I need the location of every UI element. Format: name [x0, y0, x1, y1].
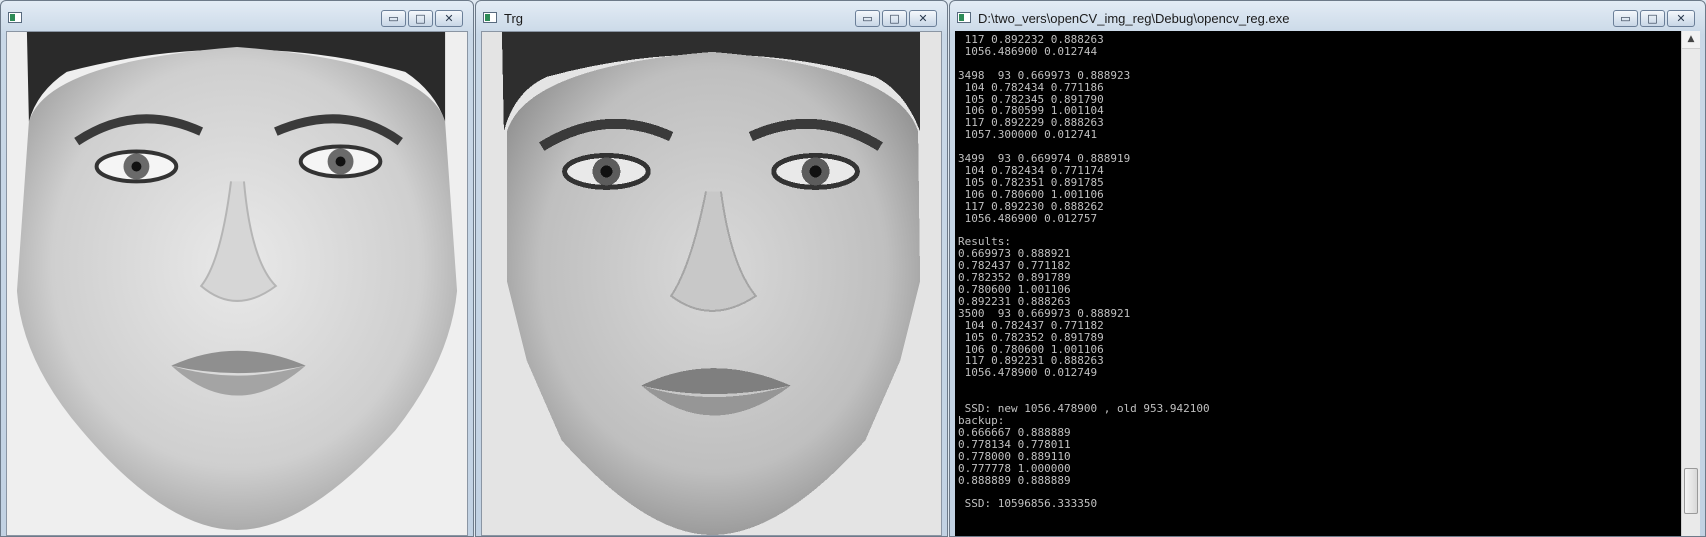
- console-line: 104 0.782437 0.771182: [958, 318, 1104, 332]
- console-text: 117 0.892232 0.888263 1056.486900 0.0127…: [958, 34, 1678, 510]
- console-line: 0.777778 1.000000: [958, 461, 1071, 475]
- console-line: 105 0.782352 0.891789: [958, 330, 1104, 344]
- console-line: 106 0.780600 1.001106: [958, 187, 1104, 201]
- console-line: 3498 93 0.669973 0.888923: [958, 68, 1131, 82]
- maximize-button[interactable]: □: [882, 10, 907, 27]
- console-line: 0.888889 0.888889: [958, 473, 1071, 487]
- title-bar[interactable]: D:\two_vers\openCV_img_reg\Debug\opencv_…: [950, 1, 1705, 35]
- window-title: D:\two_vers\openCV_img_reg\Debug\opencv_…: [978, 11, 1290, 26]
- console-line: 1056.478900 0.012749: [958, 366, 1098, 380]
- close-button[interactable]: ✕: [435, 10, 463, 27]
- title-bar[interactable]: ▭ □ ✕: [1, 1, 473, 35]
- scroll-up-arrow-icon[interactable]: ▲: [1682, 31, 1700, 49]
- target-image-area: [481, 31, 942, 536]
- console-line: 104 0.782434 0.771186: [958, 80, 1104, 94]
- target-face-image: [482, 32, 941, 535]
- minimize-button[interactable]: ▭: [1613, 10, 1638, 27]
- vertical-scrollbar[interactable]: ▲: [1681, 31, 1700, 536]
- console-line: 117 0.892230 0.888262: [958, 199, 1104, 213]
- console-line: 0.778134 0.778011: [958, 437, 1071, 451]
- maximize-button[interactable]: □: [1640, 10, 1665, 27]
- console-line: 105 0.782351 0.891785: [958, 175, 1104, 189]
- console-line: SSD: 10596856.333350: [958, 497, 1098, 511]
- minimize-button[interactable]: ▭: [855, 10, 880, 27]
- window-icon: [483, 12, 497, 23]
- window-icon: [8, 12, 22, 23]
- console-line: 1057.300000 0.012741: [958, 128, 1098, 142]
- target-image-window[interactable]: Trg ▭ □ ✕: [475, 0, 948, 537]
- source-image-window[interactable]: ▭ □ ✕: [0, 0, 474, 537]
- console-line: SSD: new 1056.478900 , old 953.942100: [958, 402, 1210, 416]
- close-button[interactable]: ✕: [1667, 10, 1695, 27]
- close-button[interactable]: ✕: [909, 10, 937, 27]
- console-window[interactable]: D:\two_vers\openCV_img_reg\Debug\opencv_…: [949, 0, 1706, 537]
- console-line: 0.778000 0.889110: [958, 449, 1071, 463]
- title-bar[interactable]: Trg ▭ □ ✕: [476, 1, 947, 35]
- minimize-button[interactable]: ▭: [381, 10, 406, 27]
- console-line: 3500 93 0.669973 0.888921: [958, 306, 1131, 320]
- console-output[interactable]: 117 0.892232 0.888263 1056.486900 0.0127…: [955, 31, 1700, 536]
- source-image-area: [6, 31, 468, 536]
- maximize-button[interactable]: □: [408, 10, 433, 27]
- scroll-thumb[interactable]: [1684, 468, 1698, 514]
- source-face-image: [7, 32, 467, 535]
- console-icon: [957, 12, 971, 23]
- console-line: 1056.486900 0.012757: [958, 211, 1098, 225]
- console-line: 1056.486900 0.012744: [958, 44, 1098, 58]
- window-title: Trg: [504, 11, 524, 26]
